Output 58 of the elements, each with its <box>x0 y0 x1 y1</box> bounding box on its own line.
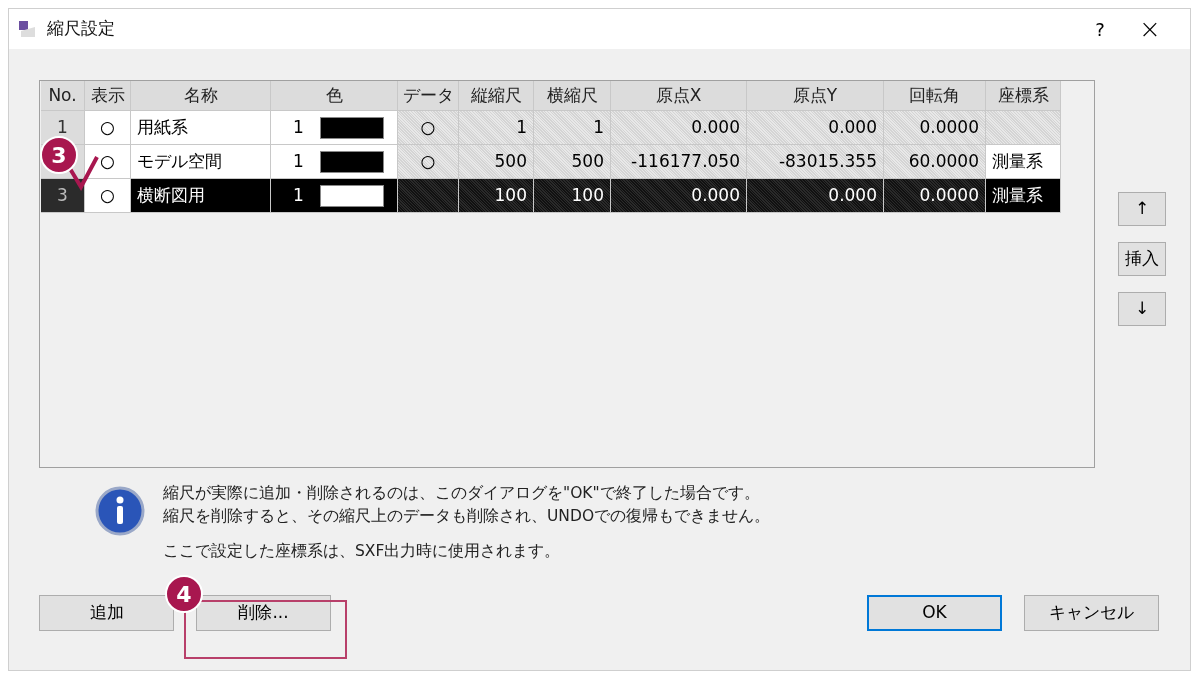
column-header[interactable]: 縦縮尺 <box>459 81 534 111</box>
column-header[interactable]: 原点Y <box>747 81 884 111</box>
table-cell: 0.000 <box>611 179 747 213</box>
step-badge: 4 <box>165 575 203 613</box>
table-cell: 0.000 <box>747 179 884 213</box>
table-cell: 100 <box>459 179 534 213</box>
color-swatch[interactable] <box>319 116 384 139</box>
side-button[interactable]: 挿入 <box>1118 242 1166 276</box>
column-header[interactable]: No. <box>41 81 85 111</box>
column-header[interactable]: 回転角 <box>884 81 986 111</box>
dialog-button[interactable]: OK <box>867 595 1002 631</box>
color-number: 1 <box>293 149 304 173</box>
column-header[interactable]: 座標系 <box>986 81 1061 111</box>
table-cell: 0.000 <box>747 111 884 145</box>
help-button[interactable]: ? <box>1080 15 1120 43</box>
column-header[interactable]: データ <box>398 81 459 111</box>
table-cell: 100 <box>534 179 611 213</box>
table-cell: 測量系 <box>986 179 1061 213</box>
table-cell: 1 <box>459 111 534 145</box>
color-swatch[interactable] <box>319 184 384 207</box>
info-note: ここで設定した座標系は、SXF出力時に使用されます。 <box>163 541 562 562</box>
info-icon <box>95 486 145 536</box>
table-cell: 0.000 <box>611 111 747 145</box>
table-cell: 1 <box>534 111 611 145</box>
data-cell: ○ <box>398 145 459 179</box>
name-cell: 横断図用 <box>131 179 271 213</box>
column-header[interactable]: 名称 <box>131 81 271 111</box>
table-cell: -83015.355 <box>747 145 884 179</box>
table-cell: 測量系 <box>986 145 1061 179</box>
display-cell: ○ <box>85 179 131 213</box>
table-cell: -116177.050 <box>611 145 747 179</box>
side-button[interactable]: ↓ <box>1118 292 1166 326</box>
close-button[interactable]: × <box>1120 9 1180 49</box>
color-swatch[interactable] <box>319 150 384 173</box>
column-header[interactable]: 表示 <box>85 81 131 111</box>
table-cell: 60.0000 <box>884 145 986 179</box>
display-cell: ○ <box>85 145 131 179</box>
table-cell: 500 <box>459 145 534 179</box>
column-header[interactable]: 色 <box>271 81 398 111</box>
info-text: 縮尺を削除すると、その縮尺上のデータも削除され、UNDOでの復帰もできません。 <box>163 506 771 527</box>
dialog-button[interactable]: 追加 <box>39 595 174 631</box>
column-header[interactable]: 横縮尺 <box>534 81 611 111</box>
name-cell: 用紙系 <box>131 111 271 145</box>
color-number: 1 <box>293 115 304 139</box>
dialog-button[interactable]: キャンセル <box>1024 595 1159 631</box>
window-title: 縮尺設定 <box>47 17 115 41</box>
table-cell: 500 <box>534 145 611 179</box>
side-button[interactable]: ↑ <box>1118 192 1166 226</box>
dialog-button[interactable]: 削除... <box>196 595 331 631</box>
data-cell: ○ <box>398 111 459 145</box>
color-number: 1 <box>293 183 304 207</box>
app-icon <box>17 19 37 39</box>
column-header[interactable]: 原点X <box>611 81 747 111</box>
table-cell: 0.0000 <box>884 179 986 213</box>
info-text: 縮尺が実際に追加・削除されるのは、このダイアログを"OK"で終了した場合です。 <box>163 483 761 504</box>
name-cell: モデル空間 <box>131 145 271 179</box>
display-cell: ○ <box>85 111 131 145</box>
table-cell: 0.0000 <box>884 111 986 145</box>
